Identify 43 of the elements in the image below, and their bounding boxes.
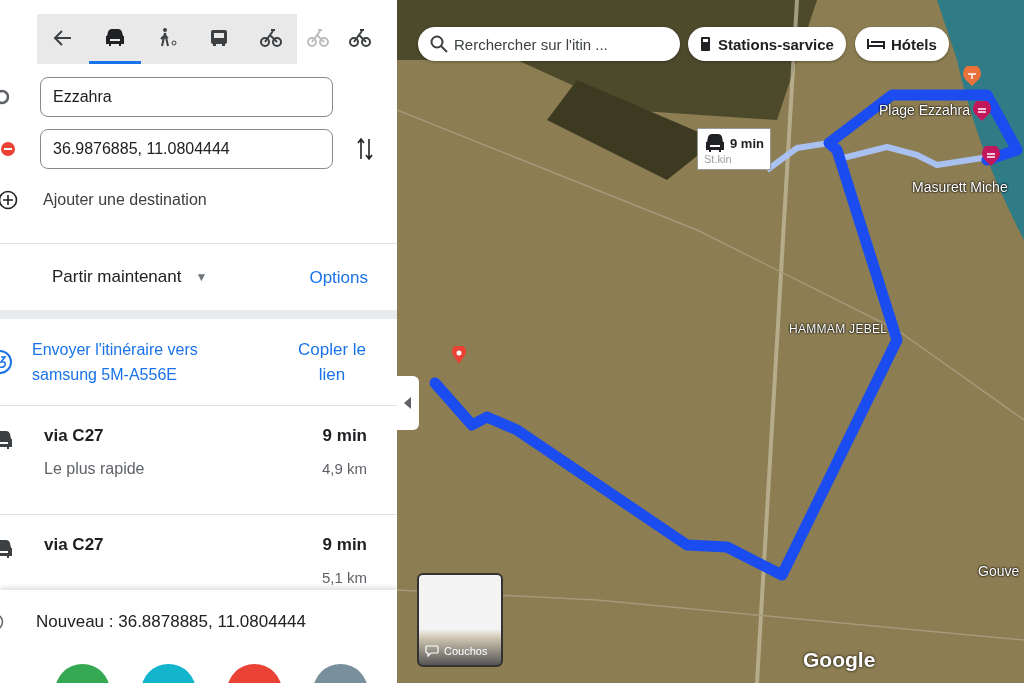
- search-field[interactable]: Rerchercher sur l'itin ...: [418, 27, 680, 61]
- poi-marker-icon: [982, 146, 1000, 166]
- place-label: Plage Ezzahra: [879, 102, 971, 118]
- map-pin-icon: [452, 346, 466, 364]
- place-label: HAMMAM JEBEL: [789, 322, 888, 336]
- destination-field[interactable]: 36.9876885, 11.0804444: [40, 129, 333, 169]
- route-tooltip[interactable]: 9 min St.kin: [697, 128, 771, 170]
- route-name[interactable]: via C27: [44, 535, 322, 555]
- copy-link-button[interactable]: Copler le lien: [297, 337, 367, 387]
- poi-marker-icon: [973, 101, 991, 121]
- add-icon[interactable]: [0, 190, 18, 210]
- speech-bubble-icon: [425, 645, 439, 657]
- car-icon: [704, 133, 726, 153]
- hotels-chip[interactable]: Hótels: [854, 27, 949, 61]
- fuel-pump-icon: [700, 37, 712, 51]
- departure-dropdown[interactable]: Partir maintenant ▼: [52, 267, 208, 287]
- route-distance: 4,9 km: [322, 460, 367, 477]
- place-label: Masurett Miche: [912, 179, 1008, 195]
- caret-icon: ▼: [195, 270, 208, 284]
- route-distance: 5,1 km: [322, 569, 367, 586]
- bracket-icon: [0, 614, 6, 630]
- swap-icon[interactable]: [357, 137, 373, 161]
- restaurant-marker-icon: [963, 66, 981, 86]
- thumbnail-label: Couchos: [444, 645, 488, 657]
- route-name[interactable]: via C27: [44, 426, 322, 446]
- place-label: Gouve: [978, 563, 1020, 579]
- add-destination-link[interactable]: Ajouter une destination: [43, 191, 207, 209]
- new-point-text: Nouveau : 36.8878885, 11.0804444: [36, 612, 307, 632]
- send-route-link[interactable]: Envoyer l'itinéraire vers samsung 5M-A556E: [32, 337, 242, 387]
- search-icon: [430, 35, 448, 53]
- map-logo: Google: [803, 648, 876, 672]
- route-duration: 9 min: [322, 535, 367, 555]
- origin-field[interactable]: Ezzahra: [40, 77, 333, 117]
- route-note: Le plus rapide: [44, 460, 146, 478]
- bed-icon: [866, 38, 885, 50]
- collapse-panel-button[interactable]: [397, 376, 419, 430]
- tooltip-duration: 9 min: [730, 135, 764, 151]
- options-link[interactable]: Options: [309, 264, 368, 290]
- tooltip-detail: St.kin: [704, 153, 733, 165]
- gas-stations-chip[interactable]: Stations-sarvice: [688, 27, 846, 61]
- triangle-left-icon: [404, 397, 412, 409]
- send-to-device-icon: [0, 349, 14, 375]
- route-duration: 9 min: [322, 426, 367, 446]
